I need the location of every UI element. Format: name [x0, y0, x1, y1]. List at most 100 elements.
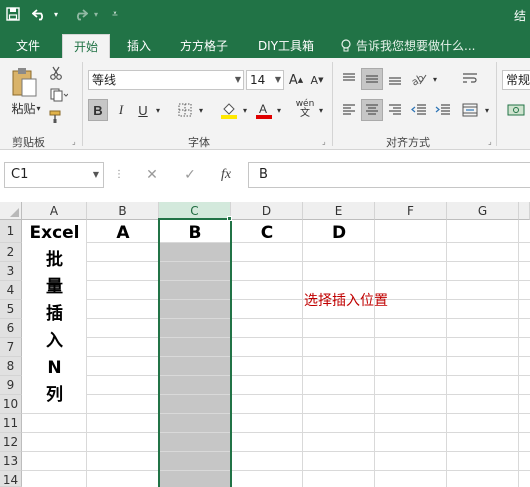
font-name-combo[interactable]: 等线 ▼ [88, 70, 244, 90]
row-header-8[interactable]: 8 [0, 357, 22, 376]
column-header-f[interactable]: F [375, 202, 447, 220]
paste-button[interactable]: 粘贴 ▾ [6, 100, 46, 116]
row-header-6[interactable]: 6 [0, 319, 22, 338]
align-center-icon[interactable] [361, 99, 383, 121]
font-color-dropdown-icon[interactable]: ▾ [274, 99, 284, 121]
gridline [87, 280, 530, 281]
tab-home[interactable]: 开始 [62, 34, 110, 58]
align-left-icon[interactable] [338, 99, 360, 121]
alignment-launcher-icon[interactable]: ⌟ [488, 137, 492, 146]
column-header-d[interactable]: D [231, 202, 303, 220]
row-header-5[interactable]: 5 [0, 300, 22, 319]
cell-b1[interactable]: A [87, 222, 159, 244]
font-color-icon[interactable]: A [254, 99, 274, 121]
font-launcher-icon[interactable]: ⌟ [322, 137, 326, 146]
name-box[interactable]: C1 ▼ [4, 162, 104, 188]
row-header-11[interactable]: 11 [0, 414, 22, 433]
row-header-4[interactable]: 4 [0, 281, 22, 300]
clipboard-launcher-icon[interactable]: ⌟ [72, 137, 76, 146]
row-header-7[interactable]: 7 [0, 338, 22, 357]
increase-indent-icon[interactable] [432, 99, 454, 121]
save-icon[interactable] [4, 4, 22, 24]
fill-handle[interactable] [227, 216, 232, 221]
worksheet-grid[interactable]: A B C D E F G 1 2 3 4 5 6 7 8 9 10 11 12… [0, 202, 530, 487]
decrease-font-size-icon[interactable]: A ▼ [308, 70, 326, 90]
fill-color-dropdown-icon[interactable]: ▾ [240, 99, 250, 121]
phonetic-dropdown-icon[interactable]: ▾ [316, 99, 326, 121]
format-painter-icon[interactable] [46, 108, 66, 126]
column-header-b[interactable]: B [87, 202, 159, 220]
row-header-14[interactable]: 14 [0, 471, 22, 487]
undo-icon[interactable] [30, 4, 50, 24]
underline-dropdown-icon[interactable]: ▾ [152, 99, 164, 121]
increase-font-size-icon[interactable]: A ▲ [288, 70, 304, 90]
cell-e1[interactable]: D [303, 222, 375, 244]
align-top-icon[interactable] [338, 68, 360, 90]
lightbulb-icon [341, 39, 351, 52]
accounting-format-icon[interactable] [504, 99, 528, 121]
cancel-entry-icon[interactable]: ✕ [140, 162, 164, 188]
borders-icon[interactable] [174, 99, 196, 121]
font-size-combo[interactable]: 14 ▼ [246, 70, 284, 90]
align-right-icon[interactable] [384, 99, 406, 121]
bold-button[interactable]: B [88, 99, 108, 121]
row-header-13[interactable]: 13 [0, 452, 22, 471]
clipboard-group-label: 剪贴板 [12, 136, 45, 149]
cell-d1[interactable]: C [231, 222, 303, 244]
column-header-e[interactable]: E [303, 202, 375, 220]
ribbon-separator [332, 62, 333, 146]
insert-function-icon[interactable]: fx [214, 162, 238, 188]
undo-dropdown-icon[interactable]: ▾ [50, 4, 62, 24]
tab-fangfanggezi[interactable]: 方方格子 [172, 34, 236, 58]
row-header-1[interactable]: 1 [0, 220, 22, 243]
orientation-dropdown-icon[interactable]: ▾ [430, 68, 440, 90]
decrease-indent-icon[interactable] [408, 99, 430, 121]
select-all-corner[interactable] [0, 202, 22, 220]
title-bar: ▾ ▾ ⩡ 结 [0, 0, 530, 30]
orientation-icon[interactable]: ab [408, 68, 430, 90]
redo-dropdown-icon[interactable]: ▾ [90, 4, 102, 24]
merge-center-icon[interactable] [458, 99, 482, 121]
name-box-dropdown-icon: ▼ [92, 170, 99, 179]
insert-position-note: 选择插入位置 [304, 293, 388, 309]
tell-me-box[interactable]: 告诉我您想要做什么... [340, 34, 475, 58]
customize-quick-access-icon[interactable]: ⩡ [108, 4, 122, 24]
redo-icon[interactable] [70, 4, 90, 24]
phonetic-guide-icon[interactable]: wén 文 [294, 97, 316, 121]
align-bottom-icon[interactable] [384, 68, 406, 90]
borders-dropdown-icon[interactable]: ▾ [196, 99, 206, 121]
copy-icon[interactable] [46, 86, 72, 104]
cell-a1-text-line: 入 [46, 331, 63, 351]
formula-input[interactable]: B [248, 162, 530, 188]
number-format-combo[interactable]: 常规 [502, 70, 530, 90]
row-header-9[interactable]: 9 [0, 376, 22, 395]
gridline [87, 356, 530, 357]
tab-diy-toolbox[interactable]: DIY工具箱 [248, 34, 324, 58]
cell-c1[interactable]: B [159, 222, 231, 244]
fill-color-icon[interactable] [218, 99, 240, 121]
gridline [22, 413, 530, 414]
column-header-h[interactable] [519, 202, 530, 220]
gridline [87, 394, 530, 395]
column-header-g[interactable]: G [447, 202, 519, 220]
row-header-2[interactable]: 2 [0, 243, 22, 262]
cut-icon[interactable] [46, 64, 66, 82]
underline-button[interactable]: U [134, 99, 152, 121]
font-name-dropdown-icon: ▼ [234, 75, 241, 84]
tell-me-text: 告诉我您想要做什么... [356, 39, 476, 53]
cell-a1-text-line[interactable]: Excel [22, 223, 87, 243]
align-middle-icon[interactable] [361, 68, 383, 90]
wrap-text-icon[interactable] [458, 68, 482, 90]
confirm-entry-icon[interactable]: ✓ [178, 162, 202, 188]
merge-dropdown-icon[interactable]: ▾ [482, 99, 492, 121]
paste-icon[interactable] [8, 64, 40, 100]
gridline [22, 451, 530, 452]
row-header-3[interactable]: 3 [0, 262, 22, 281]
row-header-12[interactable]: 12 [0, 433, 22, 452]
row-header-10[interactable]: 10 [0, 395, 22, 414]
italic-button[interactable]: I [112, 99, 130, 121]
column-header-a[interactable]: A [22, 202, 87, 220]
tab-insert[interactable]: 插入 [118, 34, 160, 58]
svg-text:A: A [259, 102, 267, 116]
tab-file[interactable]: 文件 [6, 34, 50, 58]
